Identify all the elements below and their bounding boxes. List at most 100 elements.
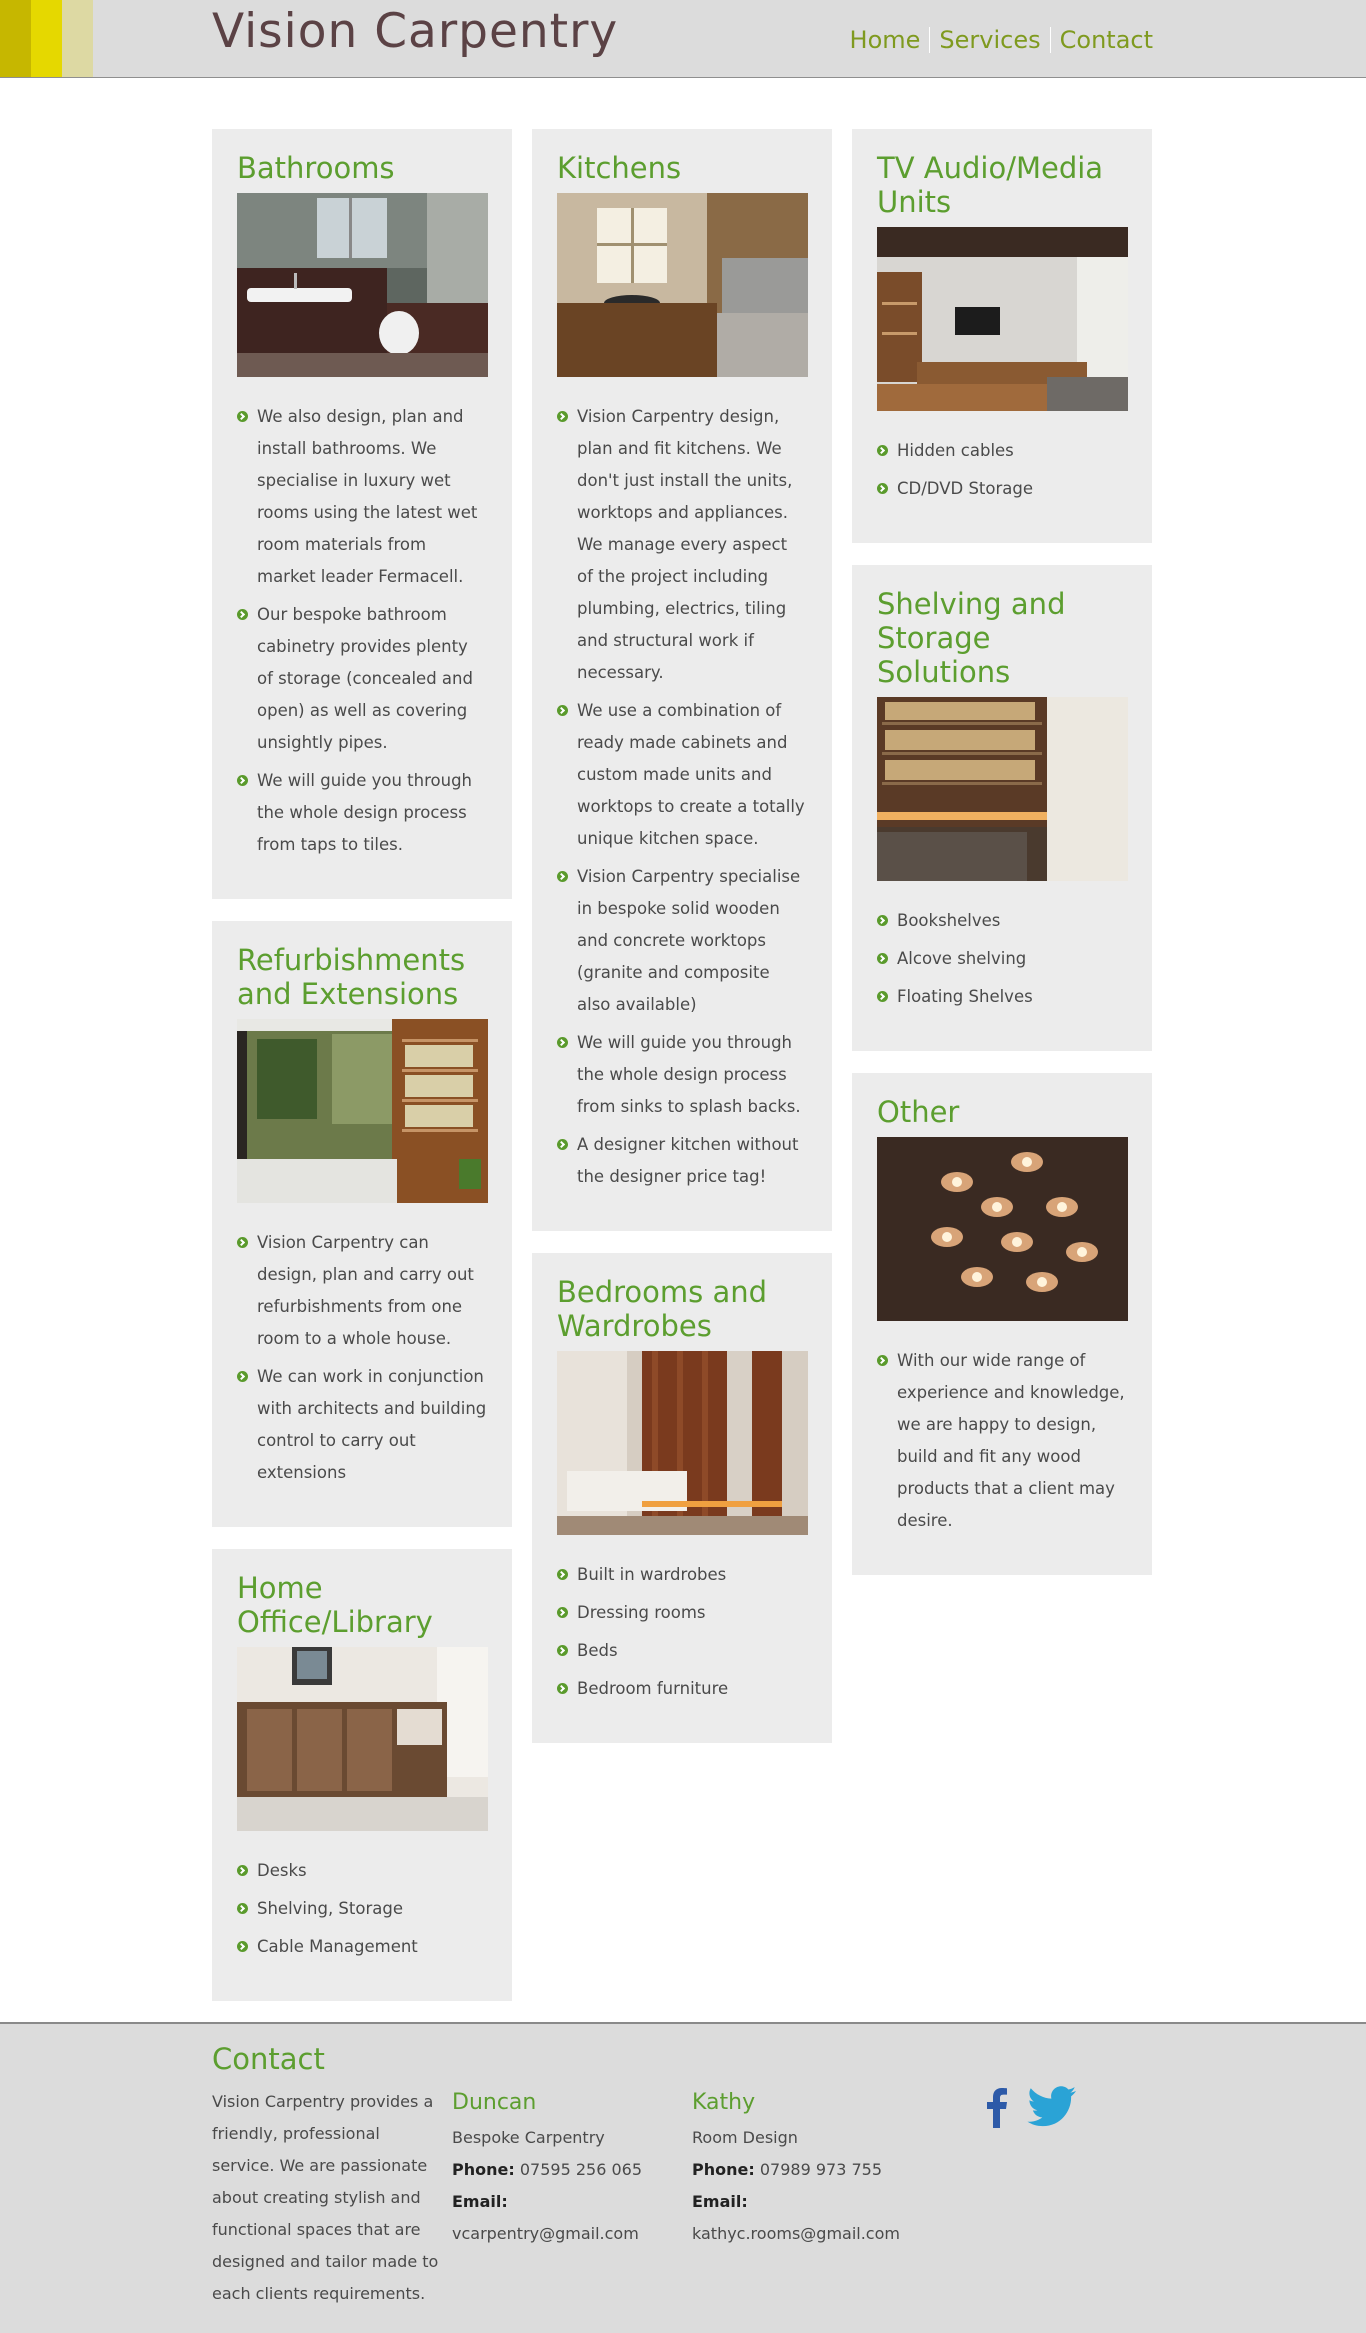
- list-item: Vision Carpentry design, plan and fit ki…: [557, 401, 807, 689]
- phone-value[interactable]: 07989 973 755: [760, 2160, 882, 2179]
- bullet-chevron-icon: [237, 609, 248, 620]
- nav-services-link[interactable]: Services: [930, 26, 1049, 54]
- main-nav: Home Services Contact: [841, 26, 1153, 54]
- services-column-2: Kitchens Vision Carpentry design, plan a…: [532, 129, 832, 1765]
- contact-phone: Phone: 07595 256 065: [452, 2154, 682, 2186]
- phone-label: Phone:: [692, 2160, 755, 2179]
- list-item-text: Desks: [257, 1861, 307, 1880]
- bullet-chevron-icon: [237, 1903, 248, 1914]
- service-card-bathrooms: Bathrooms We also design, plan and insta…: [212, 129, 512, 899]
- bullet-chevron-icon: [237, 1237, 248, 1248]
- card-title: Kitchens: [557, 151, 682, 185]
- facebook-icon[interactable]: [985, 2086, 1009, 2132]
- list-item: We can work in conjunction with architec…: [237, 1361, 487, 1489]
- contact-phone: Phone: 07989 973 755: [692, 2154, 922, 2186]
- list-item-text: Dressing rooms: [577, 1603, 706, 1622]
- bullet-chevron-icon: [237, 1865, 248, 1876]
- service-card-tv-media: TV Audio/Media Units Hidden cables CD/DV…: [852, 129, 1152, 543]
- service-card-home-office: Home Office/Library Desks Shelving, Stor…: [212, 1549, 512, 2001]
- list-item: Our bespoke bathroom cabinetry provides …: [237, 599, 487, 759]
- nav-home-link[interactable]: Home: [841, 26, 930, 54]
- list-item: Built in wardrobes: [557, 1559, 807, 1591]
- list-item-text: Hidden cables: [897, 441, 1014, 460]
- list-item-text: We will guide you through the whole desi…: [257, 771, 473, 854]
- bedroom-photo: [557, 1351, 808, 1535]
- card-title: TV Audio/Media Units: [877, 151, 1104, 219]
- social-links: [985, 2086, 1077, 2132]
- tv-media-photo: [877, 227, 1128, 411]
- bullet-chevron-icon: [877, 915, 888, 926]
- card-list: Desks Shelving, Storage Cable Management: [237, 1855, 487, 1963]
- bullet-chevron-icon: [557, 1645, 568, 1656]
- contact-company: Room Design: [692, 2128, 798, 2147]
- site-title[interactable]: Vision Carpentry: [212, 4, 618, 59]
- card-list: We also design, plan and install bathroo…: [237, 401, 487, 861]
- twitter-icon[interactable]: [1027, 2086, 1077, 2132]
- list-item: Alcove shelving: [877, 943, 1127, 975]
- bullet-chevron-icon: [237, 1371, 248, 1382]
- service-card-bedrooms: Bedrooms and Wardrobes Built in wardrobe…: [532, 1253, 832, 1743]
- list-item: Shelving, Storage: [237, 1893, 487, 1925]
- list-item-text: We can work in conjunction with architec…: [257, 1367, 487, 1482]
- contact-duncan: Duncan Bespoke Carpentry Phone: 07595 25…: [452, 2086, 682, 2250]
- bullet-chevron-icon: [237, 775, 248, 786]
- list-item-text: We also design, plan and install bathroo…: [257, 407, 478, 586]
- logo-stripe: [0, 0, 31, 77]
- list-item-text: Bedroom furniture: [577, 1679, 729, 1698]
- list-item: We will guide you through the whole desi…: [557, 1027, 807, 1123]
- card-list: Vision Carpentry design, plan and fit ki…: [557, 401, 807, 1193]
- contact-footer: Contact Vision Carpentry provides a frie…: [0, 2022, 1366, 2333]
- bullet-chevron-icon: [237, 1941, 248, 1952]
- nav-contact-link[interactable]: Contact: [1051, 26, 1153, 54]
- bullet-chevron-icon: [877, 483, 888, 494]
- list-item: With our wide range of experience and kn…: [877, 1345, 1127, 1537]
- service-card-shelving: Shelving and Storage Solutions Bookshelv…: [852, 565, 1152, 1051]
- services-column-1: Bathrooms We also design, plan and insta…: [212, 129, 512, 2023]
- list-item: Bookshelves: [877, 905, 1127, 937]
- list-item-text: Alcove shelving: [897, 949, 1027, 968]
- list-item: Cable Management: [237, 1931, 487, 1963]
- list-item-text: Shelving, Storage: [257, 1899, 403, 1918]
- email-label: Email:: [452, 2192, 508, 2211]
- other-candles-photo: [877, 1137, 1128, 1321]
- contact-email: Email: kathyc.rooms@gmail.com: [692, 2186, 922, 2250]
- logo-stripe: [31, 0, 62, 77]
- contact-name: Duncan: [452, 2090, 537, 2115]
- logo-stripe: [62, 0, 93, 77]
- list-item-text: With our wide range of experience and kn…: [897, 1351, 1125, 1530]
- list-item-text: CD/DVD Storage: [897, 479, 1033, 498]
- list-item-text: Our bespoke bathroom cabinetry provides …: [257, 605, 473, 752]
- footer-intro: Vision Carpentry provides a friendly, pr…: [212, 2092, 439, 2303]
- list-item-text: Floating Shelves: [897, 987, 1033, 1006]
- email-value[interactable]: kathyc.rooms@gmail.com: [692, 2224, 900, 2243]
- service-card-refurbishments: Refurbishments and Extensions Vision Car…: [212, 921, 512, 1527]
- site-header: Vision Carpentry Home Services Contact: [0, 0, 1366, 78]
- list-item-text: Vision Carpentry design, plan and fit ki…: [577, 407, 793, 682]
- card-list: Built in wardrobes Dressing rooms Beds B…: [557, 1559, 807, 1705]
- phone-value[interactable]: 07595 256 065: [520, 2160, 642, 2179]
- phone-label: Phone:: [452, 2160, 515, 2179]
- service-card-kitchens: Kitchens Vision Carpentry design, plan a…: [532, 129, 832, 1231]
- card-list: With our wide range of experience and kn…: [877, 1345, 1127, 1537]
- list-item: Dressing rooms: [557, 1597, 807, 1629]
- list-item-text: Built in wardrobes: [577, 1565, 727, 1584]
- bullet-chevron-icon: [877, 1355, 888, 1366]
- contact-name: Kathy: [692, 2090, 756, 2115]
- list-item: We also design, plan and install bathroo…: [237, 401, 487, 593]
- list-item-text: We use a combination of ready made cabin…: [577, 701, 805, 848]
- home-office-photo: [237, 1647, 488, 1831]
- footer-title: Contact: [212, 2042, 325, 2076]
- list-item-text: Cable Management: [257, 1937, 418, 1956]
- list-item-text: Vision Carpentry can design, plan and ca…: [257, 1233, 474, 1348]
- bullet-chevron-icon: [557, 411, 568, 422]
- bullet-chevron-icon: [557, 1607, 568, 1618]
- list-item-text: We will guide you through the whole desi…: [577, 1033, 801, 1116]
- card-title: Other: [877, 1095, 960, 1129]
- list-item: CD/DVD Storage: [877, 473, 1127, 505]
- bullet-chevron-icon: [877, 445, 888, 456]
- contact-email[interactable]: vcarpentry@gmail.com: [452, 2218, 682, 2250]
- kitchen-photo: [557, 193, 808, 377]
- card-title: Bedrooms and Wardrobes: [557, 1275, 768, 1343]
- bullet-chevron-icon: [557, 871, 568, 882]
- services-column-3: TV Audio/Media Units Hidden cables CD/DV…: [852, 129, 1152, 1597]
